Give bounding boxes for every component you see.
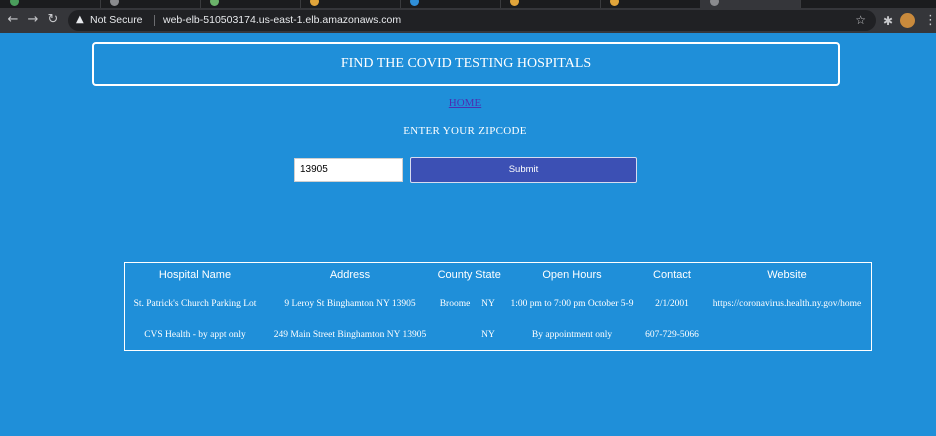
menu-dots-icon[interactable]: ⋮: [924, 12, 936, 29]
warning-icon[interactable]: ▲: [76, 14, 86, 26]
profile-avatar-icon[interactable]: [900, 13, 915, 28]
tab-favicon: [210, 0, 219, 6]
table-cell-contact: 607-729-5066: [645, 330, 699, 340]
home-link[interactable]: HOME: [430, 97, 500, 109]
tab-favicon: [410, 0, 419, 6]
submit-button[interactable]: Submit: [410, 157, 637, 183]
zipcode-label: ENTER YOUR ZIPCODE: [403, 125, 527, 137]
column-header-hospital-name: Hospital Name: [158, 269, 232, 281]
column-header-county: County: [437, 269, 473, 281]
tab-favicon: [710, 0, 719, 6]
zipcode-input[interactable]: 13905: [294, 158, 403, 182]
table-cell-open-hours: By appointment only: [531, 330, 613, 340]
browser-tab[interactable]: [400, 0, 501, 8]
security-label[interactable]: Not Secure: [90, 14, 143, 27]
table-cell-address: 249 Main Street Binghamton NY 13905: [273, 330, 427, 340]
table-cell-website: https://coronavirus.health.ny.gov/home: [712, 299, 862, 309]
address-bar[interactable]: ▲ Not Secure web-elb-510503174.us-east-1…: [68, 10, 876, 31]
extensions-puzzle-icon[interactable]: ✱: [880, 13, 896, 29]
back-arrow-icon[interactable]: ←: [4, 11, 22, 29]
browser-tab[interactable]: [200, 0, 301, 8]
browser-toolbar: ← → ↻ ▲ Not Secure web-elb-510503174.us-…: [0, 8, 936, 33]
tab-favicon: [610, 0, 619, 6]
column-header-contact: Contact: [653, 269, 691, 281]
column-header-website: Website: [767, 269, 807, 281]
url-text[interactable]: web-elb-510503174.us-east-1.elb.amazonaw…: [163, 14, 401, 27]
column-header-address: Address: [329, 269, 371, 281]
table-cell-address: 9 Leroy St Binghamton NY 13905: [284, 299, 416, 309]
column-header-state: State: [475, 269, 501, 281]
tab-favicon: [310, 0, 319, 6]
browser-tab[interactable]: [600, 0, 701, 8]
page-content: FIND THE COVID TESTING HOSPITALS HOME EN…: [0, 33, 936, 436]
table-cell-hospital-name: CVS Health - by appt only: [144, 330, 246, 340]
table-cell-contact: 2/1/2001: [655, 299, 689, 309]
column-header-open-hours: Open Hours: [542, 269, 602, 281]
address-separator: [154, 15, 155, 26]
browser-tab-strip: [0, 0, 936, 8]
forward-arrow-icon[interactable]: →: [24, 11, 42, 29]
browser-tab[interactable]: [100, 0, 201, 8]
table-cell-county: Broome: [439, 299, 471, 309]
table-cell-hospital-name: St. Patrick's Church Parking Lot: [133, 299, 257, 309]
page-title: FIND THE COVID TESTING HOSPITALS: [92, 42, 840, 86]
browser-tab[interactable]: [300, 0, 401, 8]
tab-favicon: [510, 0, 519, 6]
reload-icon[interactable]: ↻: [44, 11, 62, 29]
tab-favicon: [110, 0, 119, 6]
browser-tab-active[interactable]: [700, 0, 801, 8]
tab-favicon: [10, 0, 19, 6]
hospitals-table: Hospital Name Address County State Open …: [124, 262, 872, 351]
star-icon[interactable]: ☆: [855, 13, 866, 27]
browser-tab[interactable]: [500, 0, 601, 8]
table-cell-state: NY: [481, 330, 495, 340]
table-cell-open-hours: 1:00 pm to 7:00 pm October 5-9: [510, 299, 634, 309]
browser-tab[interactable]: [0, 0, 101, 8]
table-cell-state: NY: [481, 299, 495, 309]
